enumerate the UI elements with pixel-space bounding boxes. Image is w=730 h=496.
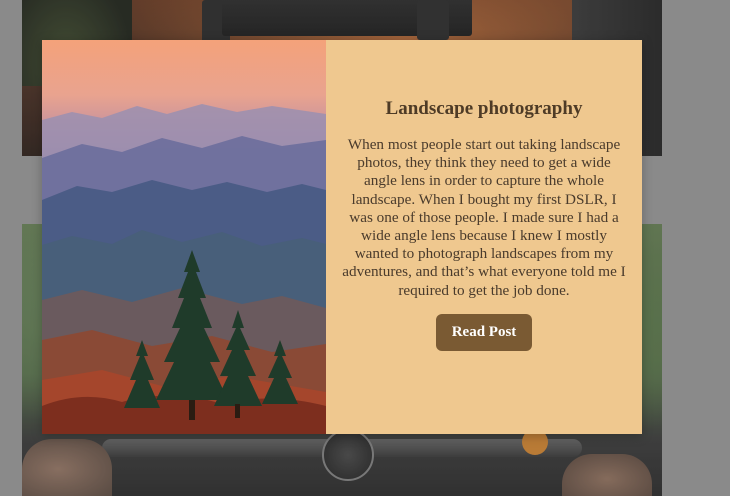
page: Landscape photography When most people s…: [0, 0, 730, 496]
post-excerpt: When most people start out taking landsc…: [342, 136, 626, 299]
post-title: Landscape photography: [385, 98, 583, 119]
post-summary-panel: Landscape photography When most people s…: [326, 40, 642, 434]
read-post-button[interactable]: Read Post: [435, 313, 533, 351]
mountain-landscape-illustration: [42, 104, 326, 434]
post-modal: Landscape photography When most people s…: [42, 40, 642, 434]
landscape-photo: [42, 40, 326, 434]
